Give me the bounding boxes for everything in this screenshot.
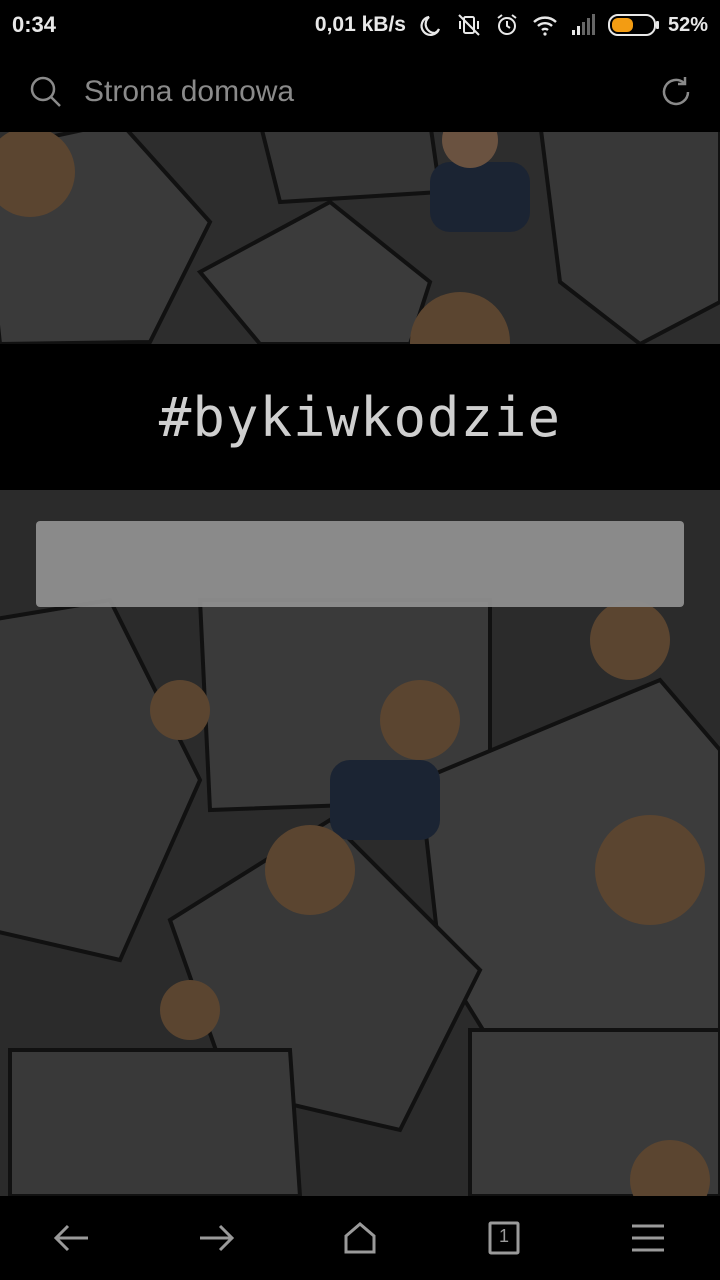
status-bar: 0:34 0,01 kB/s 52%	[0, 0, 720, 50]
status-icons: 0,01 kB/s 52%	[315, 10, 708, 40]
search-icon[interactable]	[28, 74, 64, 110]
battery: 52%	[607, 13, 708, 37]
home-icon[interactable]	[338, 1216, 382, 1260]
browser-nav-bar: 1	[0, 1196, 720, 1280]
battery-icon	[607, 14, 659, 36]
moon-icon	[420, 15, 440, 36]
tabs-button[interactable]: 1	[482, 1216, 526, 1260]
forward-icon[interactable]	[194, 1216, 238, 1260]
code-input-box[interactable]	[36, 521, 684, 607]
browser-search-bar	[0, 50, 720, 132]
background-pattern-top	[0, 132, 720, 344]
page-banner: #bykiwkodzie	[0, 344, 720, 490]
alarm-icon	[497, 14, 517, 35]
vibrate-mute-icon	[458, 14, 480, 36]
back-icon[interactable]	[50, 1216, 94, 1260]
signal-icon	[571, 14, 595, 35]
network-speed: 0,01 kB/s	[314, 13, 406, 36]
status-time: 0:34	[12, 12, 57, 37]
menu-icon[interactable]	[626, 1216, 670, 1260]
wifi-icon	[533, 16, 557, 36]
refresh-icon[interactable]	[658, 74, 694, 110]
page-title: #bykiwkodzie	[158, 385, 562, 449]
address-input[interactable]	[82, 68, 626, 116]
battery-percent: 52%	[667, 13, 708, 36]
blah-pattern-image	[0, 132, 720, 344]
tab-count: 1	[498, 1226, 509, 1246]
